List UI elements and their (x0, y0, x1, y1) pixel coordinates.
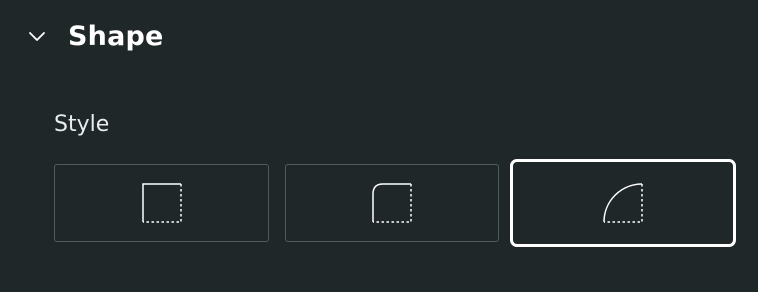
small-radius-corner-icon (372, 183, 412, 223)
style-large-radius-button[interactable] (510, 159, 736, 247)
style-label: Style (54, 112, 110, 137)
section-title: Shape (68, 20, 164, 52)
shape-section-header[interactable]: Shape (24, 14, 164, 58)
large-radius-corner-icon (603, 183, 643, 223)
style-small-radius-button[interactable] (285, 164, 499, 242)
style-square-corner-button[interactable] (54, 164, 269, 242)
chevron-down-icon[interactable] (24, 23, 50, 49)
square-corner-icon (141, 183, 182, 223)
